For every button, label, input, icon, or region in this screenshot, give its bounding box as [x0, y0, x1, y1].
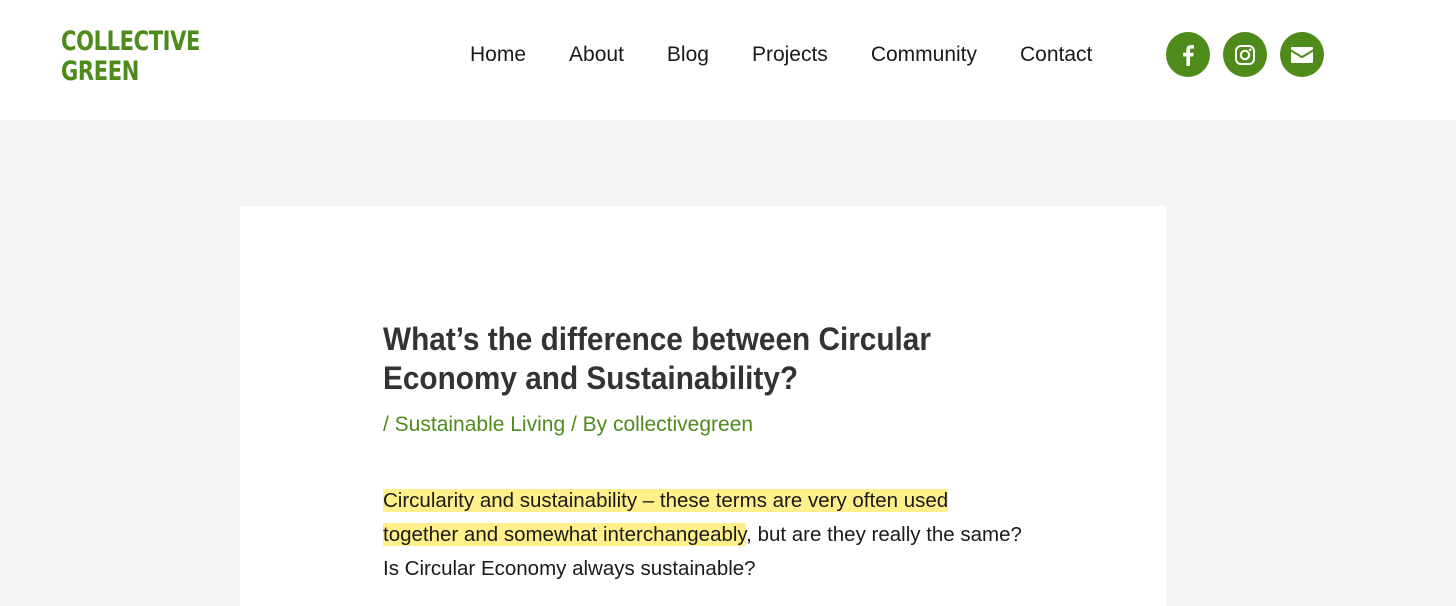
nav-item-community[interactable]: Community: [871, 43, 977, 67]
instagram-link[interactable]: [1223, 32, 1267, 77]
post-category-link[interactable]: Sustainable Living: [395, 413, 565, 436]
nav-item-home[interactable]: Home: [470, 43, 526, 67]
nav-item-contact[interactable]: Contact: [1020, 43, 1092, 67]
main-nav: Home About Blog Projects Community Conta…: [470, 40, 1092, 70]
nav-item-blog[interactable]: Blog: [667, 43, 709, 67]
nav-item-projects[interactable]: Projects: [752, 43, 828, 67]
email-link[interactable]: [1280, 32, 1324, 77]
meta-byline: / By: [565, 413, 613, 436]
logo-line-1: COLLECTIVE: [61, 26, 201, 57]
meta-separator: /: [383, 413, 395, 436]
nav-item-about[interactable]: About: [569, 43, 624, 67]
social-links: [1166, 32, 1337, 77]
logo-line-2: GREEN: [61, 56, 139, 87]
site-logo[interactable]: COLLECTIVE GREEN: [61, 27, 200, 87]
facebook-link[interactable]: [1166, 32, 1210, 77]
post-title[interactable]: What’s the difference between Circular E…: [383, 320, 988, 398]
post-author-link[interactable]: collectivegreen: [613, 413, 753, 436]
instagram-icon: [1235, 44, 1255, 65]
site-header: COLLECTIVE GREEN Home About Blog Project…: [0, 0, 1456, 120]
post-excerpt: Circularity and sustainability – these t…: [383, 484, 1023, 586]
email-icon: [1291, 46, 1313, 63]
post-meta: / Sustainable Living / By collectivegree…: [383, 411, 753, 439]
facebook-icon: [1183, 44, 1194, 66]
